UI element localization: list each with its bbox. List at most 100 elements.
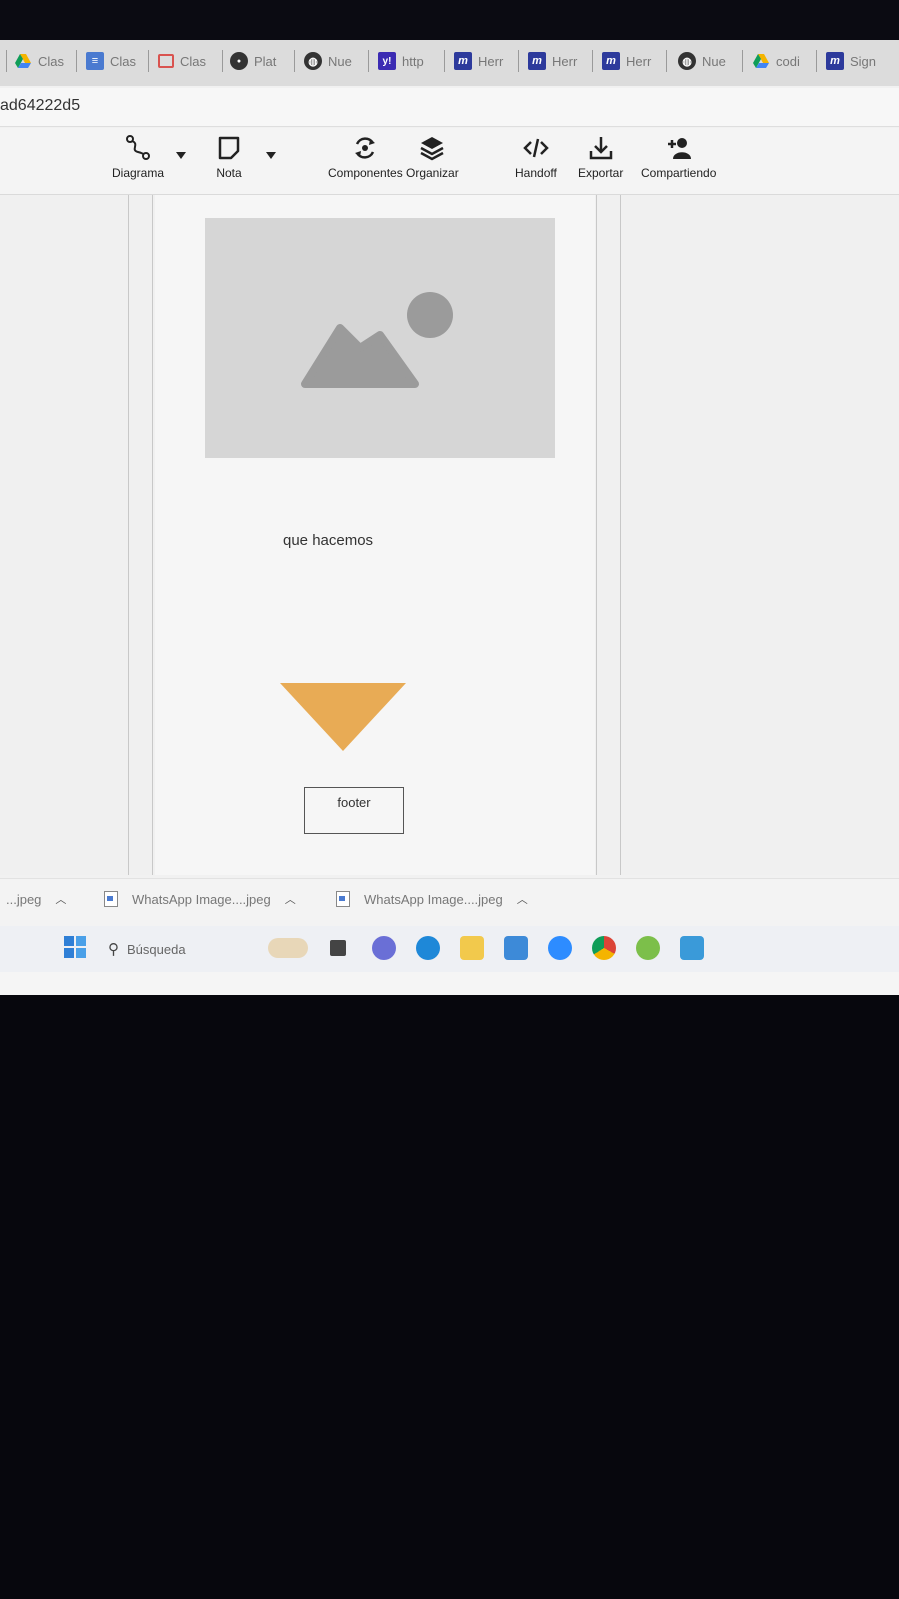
column-guide <box>128 195 129 875</box>
browser-tab[interactable]: m Herr <box>528 48 584 74</box>
share-label: Compartiendo <box>641 166 717 180</box>
design-canvas[interactable]: que hacemos footer ↶ ↷ ▾ <box>0 195 899 896</box>
browser-tab-strip: Clas ≡ Clas Clas ● Plat ◍ Nue y! http m … <box>0 40 899 86</box>
taskbar-search[interactable]: ⚲ Búsqueda <box>108 936 278 962</box>
tab-label: Nue <box>328 53 352 69</box>
task-view-icon[interactable] <box>330 940 346 956</box>
tab-label: Nue <box>702 53 726 69</box>
search-placeholder: Búsqueda <box>127 941 186 957</box>
export-label: Exportar <box>578 166 624 180</box>
windows-start-icon[interactable] <box>64 936 86 958</box>
edge-browser-icon[interactable] <box>416 936 440 960</box>
tab-separator <box>294 50 295 72</box>
browser-tab[interactable]: ◍ Nue <box>304 48 360 74</box>
image-placeholder[interactable] <box>205 218 555 458</box>
add-user-icon <box>667 138 691 159</box>
browser-tab[interactable]: y! http <box>378 48 438 74</box>
chat-icon[interactable] <box>372 936 396 960</box>
photos-icon[interactable] <box>680 936 704 960</box>
address-bar[interactable]: ad64222d5 <box>0 88 899 127</box>
m-app-icon: m <box>826 52 844 70</box>
tab-separator <box>444 50 445 72</box>
screen-bottom-edge <box>0 972 899 995</box>
footer-box[interactable]: footer <box>304 787 404 834</box>
slides-icon <box>158 54 174 68</box>
file-explorer-icon[interactable] <box>460 936 484 960</box>
tab-label: Herr <box>552 53 578 69</box>
tab-label: Clas <box>38 53 65 69</box>
tab-separator <box>6 50 7 72</box>
yahoo-icon: y! <box>378 52 396 70</box>
browser-tab[interactable]: m Herr <box>454 48 510 74</box>
tab-label: http <box>402 53 424 69</box>
tab-separator <box>592 50 593 72</box>
widget-icon[interactable] <box>268 938 308 958</box>
tab-separator <box>368 50 369 72</box>
browser-tab[interactable]: m Herr <box>602 48 658 74</box>
column-guide <box>152 195 153 875</box>
file-icon <box>336 891 350 907</box>
browser-tab[interactable]: codi <box>752 48 808 74</box>
windows-taskbar: ⚲ Búsqueda <box>0 926 899 972</box>
google-drive-icon <box>14 52 32 70</box>
diagram-label: Diagrama <box>112 166 165 180</box>
layers-icon <box>420 137 444 161</box>
search-icon: ⚲ <box>108 941 119 958</box>
browser-tab[interactable]: m Sign <box>826 48 886 74</box>
browser-tab[interactable]: Clas <box>158 48 214 74</box>
note-icon <box>218 136 240 160</box>
column-guide <box>596 195 597 875</box>
m-app-icon: m <box>454 52 472 70</box>
diagram-button[interactable]: Diagrama <box>112 134 164 180</box>
image-icon <box>301 292 453 388</box>
browser-tab[interactable]: ◍ Nue <box>678 48 734 74</box>
download-item[interactable]: ...jpeg ︿ <box>6 891 66 907</box>
download-icon <box>589 137 612 160</box>
monitor-bezel <box>0 0 899 40</box>
tab-label: Herr <box>626 53 652 69</box>
chrome-icon[interactable] <box>592 936 616 960</box>
chevron-up-icon[interactable]: ︿ <box>285 891 296 907</box>
tab-separator <box>222 50 223 72</box>
note-dropdown-icon[interactable] <box>266 152 276 159</box>
zoom-icon[interactable] <box>548 936 572 960</box>
tab-separator <box>76 50 77 72</box>
handoff-button[interactable]: Handoff <box>515 134 557 180</box>
chevron-up-icon[interactable]: ︿ <box>55 891 66 907</box>
wireframe-text[interactable]: que hacemos <box>283 532 373 549</box>
download-filename: WhatsApp Image....jpeg <box>364 891 503 907</box>
tab-label: Clas <box>180 53 207 69</box>
browser-tab[interactable]: ≡ Clas <box>86 48 142 74</box>
m-app-icon: m <box>528 52 546 70</box>
utorrent-icon[interactable] <box>636 936 660 960</box>
components-label: Componentes <box>328 166 403 180</box>
arrange-label: Organizar <box>406 166 459 180</box>
download-item[interactable]: WhatsApp Image....jpeg ︿ <box>104 891 296 907</box>
google-drive-icon <box>752 52 770 70</box>
editor-toolbar: Diagrama Nota Componentes Organizar Hand… <box>0 128 899 195</box>
export-button[interactable]: Exportar <box>578 134 623 180</box>
handoff-label: Handoff <box>515 166 557 180</box>
google-docs-icon: ≡ <box>86 52 104 70</box>
url-text: ad64222d5 <box>0 97 81 114</box>
diagram-dropdown-icon[interactable] <box>176 152 186 159</box>
download-filename: ...jpeg <box>6 891 42 907</box>
downloads-bar: ...jpeg ︿ WhatsApp Image....jpeg ︿ Whats… <box>0 878 899 927</box>
download-filename: WhatsApp Image....jpeg <box>132 891 271 907</box>
arrange-button[interactable]: Organizar <box>406 134 459 180</box>
chevron-up-icon[interactable]: ︿ <box>517 891 528 907</box>
note-label: Nota <box>216 166 242 180</box>
download-item[interactable]: WhatsApp Image....jpeg ︿ <box>336 891 528 907</box>
tab-label: Clas <box>110 53 137 69</box>
browser-tab[interactable]: Clas <box>14 48 70 74</box>
share-button[interactable]: Compartiendo <box>641 134 716 180</box>
tab-label: Plat <box>254 53 277 69</box>
screen: Clas ≡ Clas Clas ● Plat ◍ Nue y! http m … <box>0 40 899 995</box>
platform-icon: ● <box>230 52 248 70</box>
note-button[interactable]: Nota <box>215 134 243 180</box>
store-icon[interactable] <box>504 936 528 960</box>
browser-tab[interactable]: ● Plat <box>230 48 286 74</box>
components-button[interactable]: Componentes <box>328 134 403 180</box>
globe-icon: ◍ <box>678 52 696 70</box>
triangle-shape[interactable] <box>280 683 406 751</box>
